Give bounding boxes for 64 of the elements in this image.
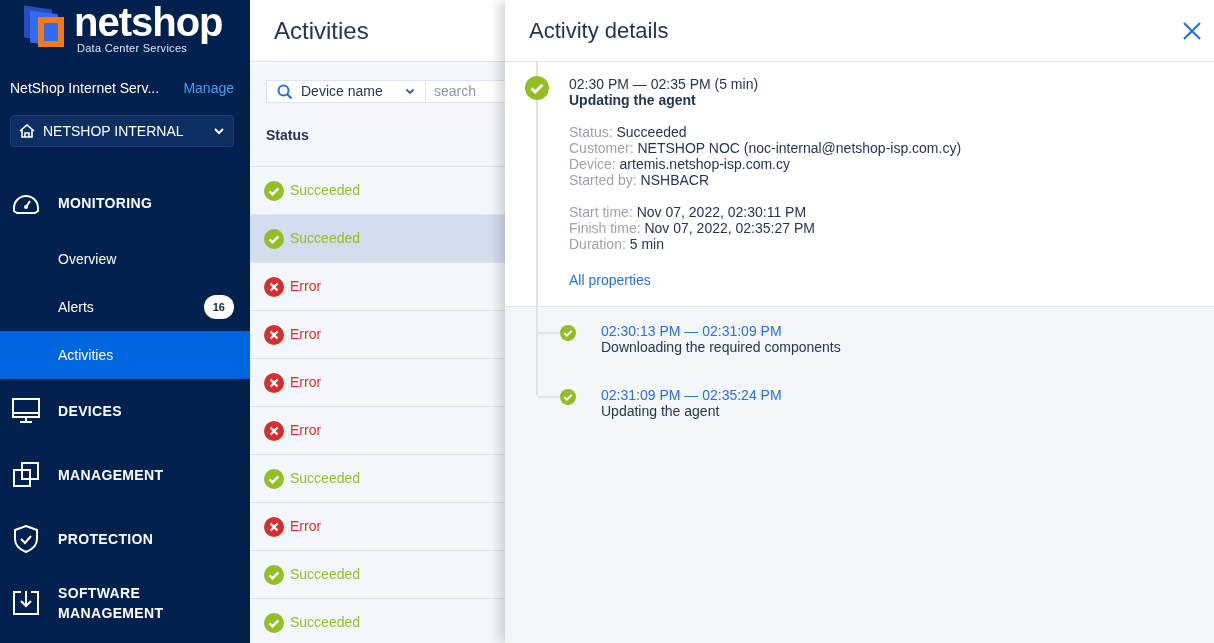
- step-name: Updating the agent: [601, 403, 721, 419]
- property-line: Duration: 5 min: [569, 236, 665, 252]
- house-icon: [19, 124, 35, 138]
- success-icon: [264, 612, 284, 633]
- chevron-down-icon: [213, 127, 225, 135]
- error-icon: [264, 372, 284, 393]
- nav-item[interactable]: Alerts 16: [0, 283, 250, 331]
- status-text: Error: [290, 517, 322, 536]
- property-line: Customer: NETSHOP NOC (noc-internal@netshop-isp.com.cy): [569, 140, 963, 156]
- status-text: Succeeded: [290, 469, 361, 488]
- nav-item-label: Overview: [58, 249, 117, 269]
- success-icon: [560, 389, 576, 405]
- status-text: Succeeded: [290, 229, 361, 248]
- success-icon: [525, 76, 549, 100]
- status-text: Succeeded: [290, 613, 361, 632]
- step-time: 02:30:13 PM — 02:31:09 PM: [601, 323, 783, 339]
- nav-section[interactable]: MONITORING: [58, 193, 178, 213]
- tenant-dropdown[interactable]: NETSHOP INTERNAL: [10, 115, 234, 147]
- nav-item[interactable]: Activities: [0, 331, 250, 379]
- brand-name: netshop: [74, 1, 223, 42]
- property-line: Start time: Nov 07, 2022, 02:30:11 PM: [569, 204, 808, 220]
- success-icon: [264, 180, 284, 201]
- manage-link[interactable]: Manage: [183, 78, 234, 99]
- brand-tagline: Data Center Services: [77, 41, 188, 55]
- column-header: Status: [266, 126, 309, 145]
- account-name: NetShop Internet Serv...: [10, 79, 160, 98]
- property-line: Finish time: Nov 07, 2022, 02:35:27 PM: [569, 220, 816, 236]
- filter-dropdown[interactable]: Device name: [266, 80, 426, 103]
- search-field[interactable]: search: [426, 80, 505, 103]
- error-icon: [264, 276, 284, 297]
- step-name: Downloading the required components: [601, 339, 841, 355]
- nav-section[interactable]: MANAGEMENT: [58, 465, 178, 485]
- status-text: Error: [290, 421, 322, 440]
- success-icon: [560, 325, 576, 341]
- close-icon[interactable]: [1182, 20, 1202, 41]
- property-line: Started by: NSHBACR: [569, 172, 711, 188]
- nav-item-label: Alerts: [58, 297, 94, 317]
- nav-item[interactable]: Overview: [0, 235, 250, 283]
- status-text: Succeeded: [290, 565, 361, 584]
- all-properties-link[interactable]: All properties: [569, 272, 651, 288]
- page-title: Activities: [274, 15, 369, 46]
- chevron-down-icon: [405, 88, 415, 95]
- success-icon: [264, 564, 284, 585]
- error-icon: [264, 516, 284, 537]
- error-icon: [264, 420, 284, 441]
- activity-name: Updating the agent: [569, 92, 697, 108]
- count-badge: 16: [203, 294, 234, 320]
- success-icon: [264, 228, 284, 249]
- nav-section[interactable]: PROTECTION: [58, 529, 178, 549]
- status-text: Error: [290, 277, 322, 296]
- property-line: Status: Succeeded: [569, 124, 688, 140]
- nav-section[interactable]: SOFTWARE MANAGEMENT: [58, 583, 178, 623]
- property-line: Device: artemis.netshop-isp.com.cy: [569, 156, 791, 172]
- error-icon: [264, 324, 284, 345]
- step-time: 02:31:09 PM — 02:35:24 PM: [601, 387, 782, 403]
- status-text: Error: [290, 325, 322, 344]
- success-icon: [264, 468, 284, 489]
- panel-title: Activity details: [529, 17, 669, 45]
- status-text: Error: [290, 373, 322, 392]
- nav-item-label: Activities: [58, 345, 114, 365]
- nav-section[interactable]: DEVICES: [58, 401, 178, 421]
- search-icon: [277, 83, 293, 100]
- activity-time: 02:30 PM — 02:35 PM (5 min): [569, 76, 760, 92]
- status-text: Succeeded: [290, 181, 361, 200]
